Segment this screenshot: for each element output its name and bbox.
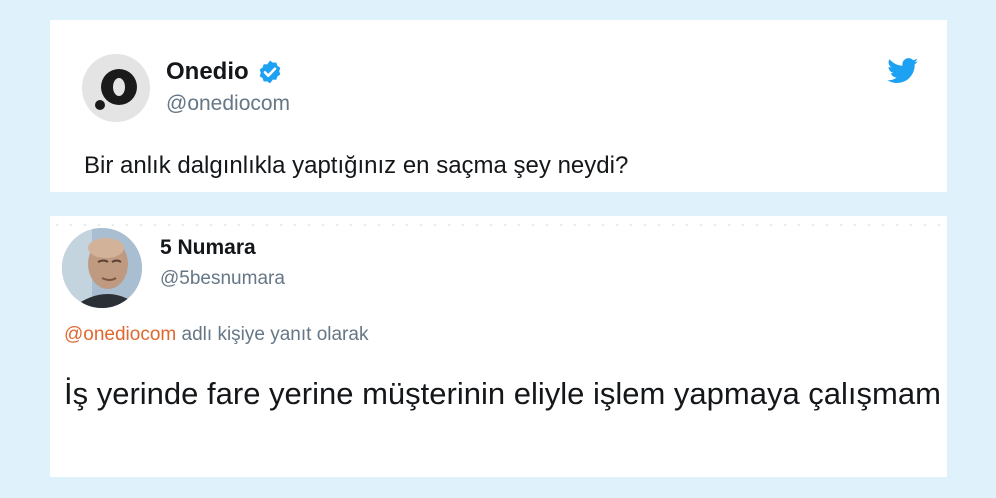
author-name[interactable]: Onedio — [166, 58, 283, 86]
twitter-bird-icon[interactable] — [887, 58, 919, 84]
reply-context: @onediocom adlı kişiye yanıt olarak — [64, 324, 368, 346]
tweet-card-main: Onedio @onediocom Bir anlık dalgınlıkla … — [50, 20, 947, 192]
onedio-avatar[interactable] — [82, 54, 150, 122]
reply-author-handle[interactable]: @5besnumara — [160, 268, 285, 290]
author-handle[interactable]: @onediocom — [166, 92, 290, 116]
tweet-text: Bir anlık dalgınlıkla yaptığınız en saçm… — [84, 152, 629, 179]
onedio-logo-icon — [82, 54, 150, 122]
reply-mention-link[interactable]: @onediocom — [64, 324, 176, 345]
author-name-text: Onedio — [166, 58, 249, 85]
verified-badge-icon — [257, 59, 283, 85]
reply-context-text: adlı kişiye yanıt olarak — [176, 324, 369, 345]
tweet-card-reply: 5 Numara @5besnumara @onediocom adlı kiş… — [50, 216, 947, 477]
dotted-divider — [50, 222, 947, 228]
reply-author-name[interactable]: 5 Numara — [160, 236, 256, 260]
person-avatar-icon — [62, 228, 142, 308]
reply-tweet-text: İş yerinde fare yerine müşterinin eliyle… — [64, 376, 941, 411]
reply-author-avatar[interactable] — [62, 228, 142, 308]
